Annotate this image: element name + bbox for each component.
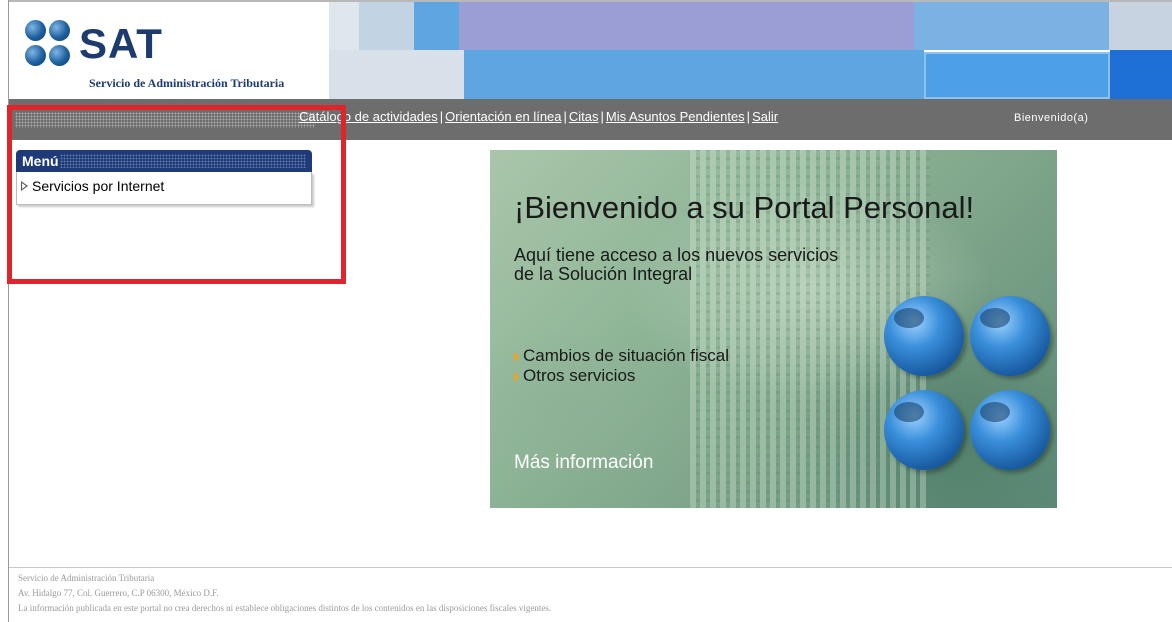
banner-link-label: Cambios de situación fiscal bbox=[523, 346, 729, 365]
header-decor-band bbox=[464, 50, 924, 99]
logo-subtitle: Servicio de Administración Tributaria bbox=[89, 76, 285, 90]
header-decor-band bbox=[414, 2, 459, 50]
globe-icon bbox=[884, 296, 964, 376]
page-footer: Servicio de Administración Tributaria Av… bbox=[18, 571, 551, 616]
nav-separator: | bbox=[563, 109, 567, 124]
header-decor-band bbox=[329, 2, 359, 50]
footer-divider bbox=[9, 567, 1172, 568]
banner-link-label: Otros servicios bbox=[523, 366, 636, 385]
banner-subtitle-line: de la Solución Integral bbox=[514, 264, 693, 284]
footer-line: Av. Hidalgo 77, Col. Guerrero, C.P 06300… bbox=[18, 588, 219, 598]
header-decor-band bbox=[459, 2, 914, 50]
globe-spheres-graphic bbox=[884, 296, 1054, 486]
nav-link-orientacion[interactable]: Orientación en línea bbox=[445, 109, 561, 124]
welcome-banner[interactable]: ¡Bienvenido a su Portal Personal! Aquí t… bbox=[490, 150, 1057, 508]
header-decor-band bbox=[359, 2, 414, 50]
globe-icon bbox=[970, 296, 1050, 376]
banner-link-otros[interactable]: Otros servicios bbox=[514, 366, 635, 386]
banner-link-cambios[interactable]: Cambios de situación fiscal bbox=[514, 346, 729, 366]
nav-links: Catálogo de actividades | Orientación en l… bbox=[299, 109, 778, 124]
banner-subtitle: Aquí tiene acceso a los nuevos servicios… bbox=[514, 246, 934, 284]
globe-icon bbox=[884, 390, 964, 470]
nav-link-salir[interactable]: Salir bbox=[752, 109, 778, 124]
header-decor-band bbox=[1110, 50, 1172, 99]
banner-subtitle-line: Aquí tiene acceso a los nuevos servicios bbox=[514, 245, 839, 265]
sat-logo-icon bbox=[25, 20, 71, 68]
footer-line: La información publicada en este portal … bbox=[18, 603, 552, 613]
welcome-text: Bienvenido(a) bbox=[1014, 112, 1089, 124]
mas-informacion-link[interactable]: Más información bbox=[514, 452, 653, 474]
globe-icon bbox=[970, 390, 1050, 470]
bullet-arrow-icon bbox=[514, 371, 519, 382]
banner-title: ¡Bienvenido a su Portal Personal! bbox=[514, 190, 975, 225]
bullet-arrow-icon bbox=[514, 351, 519, 362]
nav-link-asuntos[interactable]: Mis Asuntos Pendientes bbox=[606, 109, 745, 124]
header-decor-band bbox=[1109, 2, 1172, 50]
nav-separator: | bbox=[439, 109, 444, 124]
sat-logo[interactable]: SAT Servicio de Administración Tributari… bbox=[9, 2, 329, 99]
highlight-annotation-box bbox=[7, 105, 346, 284]
nav-separator: | bbox=[746, 109, 751, 124]
header-decor-band bbox=[329, 50, 464, 99]
footer-line: Servicio de Administración Tributaria bbox=[18, 573, 155, 583]
page-header: SAT Servicio de Administración Tributari… bbox=[9, 2, 1172, 99]
nav-separator: | bbox=[600, 109, 604, 124]
header-decor-band bbox=[924, 52, 1110, 99]
nav-link-citas[interactable]: Citas bbox=[569, 109, 599, 124]
logo-wordmark: SAT bbox=[79, 20, 163, 67]
header-decor-band bbox=[914, 2, 1109, 50]
